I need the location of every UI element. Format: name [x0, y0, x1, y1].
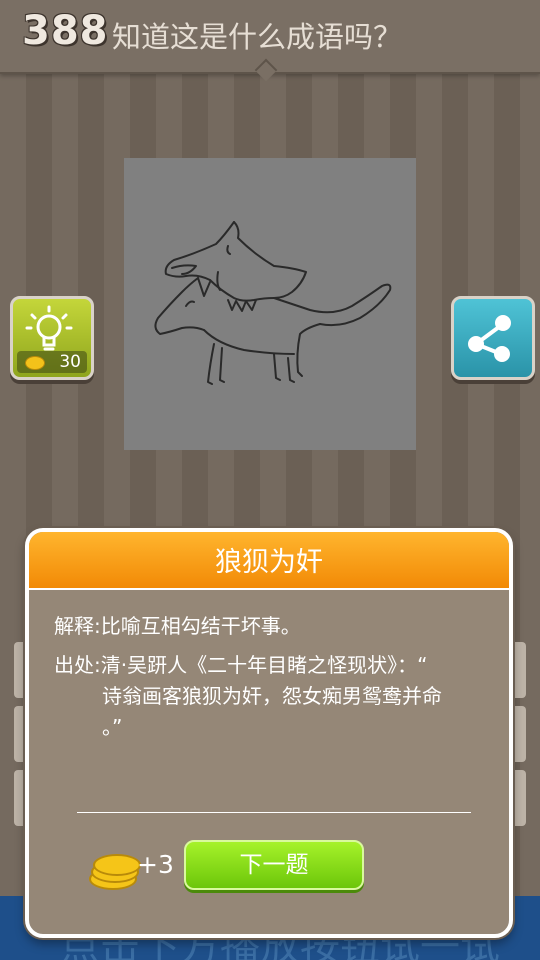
level-number: 388	[22, 8, 109, 54]
wolf-drawing-illustration	[154, 221, 392, 385]
share-button[interactable]	[451, 296, 535, 380]
source-line-3: 。”	[102, 715, 123, 739]
source-line-1: 出处:清·吴趼人《二十年目睹之怪现状》：“	[54, 653, 428, 677]
reward-amount: +3	[137, 850, 174, 879]
source-label: 出处:	[54, 653, 101, 677]
share-icon	[468, 315, 511, 362]
dialog-divider	[77, 812, 471, 813]
next-question-button[interactable]: 下一题	[184, 840, 364, 890]
lightbulb-icon	[25, 305, 73, 351]
coin-icon	[25, 356, 45, 370]
question-text: 知道这是什么成语吗？	[112, 20, 403, 54]
hint-cost-value: 30	[59, 352, 81, 372]
answer-dialog: 狼狈为奸 解释:比喻互相勾结干坏事。 出处:清·吴趼人《二十年目睹之怪现状》：“…	[25, 528, 513, 938]
hint-button[interactable]: 30	[10, 296, 94, 380]
source-block: 出处:清·吴趼人《二十年目睹之怪现状》：“ 诗翁画客狼狈为奸，怨女痴男鸳鸯并命 …	[54, 650, 494, 743]
puzzle-image	[124, 158, 416, 450]
definition-text: 解释:比喻互相勾结干坏事。	[54, 614, 301, 638]
answer-title: 狼狈为奸	[215, 547, 323, 578]
header-bar: 388 知道这是什么成语吗？	[0, 0, 540, 82]
source-line-2: 诗翁画客狼狈为奸，怨女痴男鸳鸯并命	[102, 684, 442, 708]
hint-cost-badge: 30	[17, 351, 87, 373]
